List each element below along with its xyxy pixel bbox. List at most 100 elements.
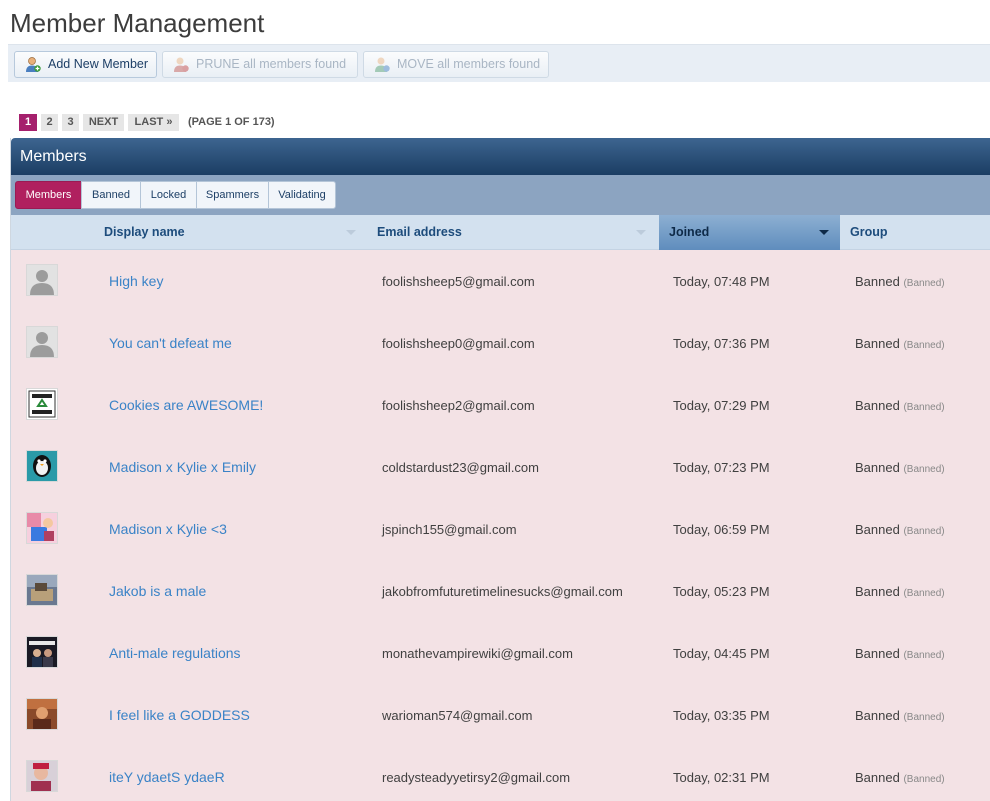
photo-avatar[interactable] — [26, 574, 58, 606]
member-joined: Today, 07:29 PM — [673, 398, 770, 413]
members-table-body: High key foolishsheep5@gmail.com Today, … — [11, 250, 990, 801]
member-group: Banned (Banned) — [855, 274, 945, 289]
members-panel: Members Members Banned Locked Spammers V… — [10, 138, 990, 801]
panel-title: Members — [11, 138, 990, 175]
prune-members-label: PRUNE all members found — [196, 57, 347, 71]
member-group-name: Banned — [855, 398, 900, 413]
member-joined: Today, 07:48 PM — [673, 274, 770, 289]
add-user-icon — [26, 57, 41, 72]
member-group: Banned (Banned) — [855, 584, 945, 599]
sort-arrow-icon[interactable] — [636, 230, 646, 235]
member-email: foolishsheep2@gmail.com — [382, 398, 535, 413]
prune-users-icon — [174, 57, 189, 72]
member-name-link[interactable]: You can't defeat me — [109, 335, 232, 351]
member-email: coldstardust23@gmail.com — [382, 460, 539, 475]
recycle-sign-avatar[interactable] — [26, 388, 58, 420]
add-new-member-label: Add New Member — [48, 57, 149, 71]
member-name-link[interactable]: Cookies are AWESOME! — [109, 397, 263, 413]
page-info: (PAGE 1 OF 173) — [188, 116, 275, 128]
member-group: Banned (Banned) — [855, 522, 945, 537]
member-group-name: Banned — [855, 584, 900, 599]
member-group-name: Banned — [855, 770, 900, 785]
member-group: Banned (Banned) — [855, 646, 945, 661]
member-name-link[interactable]: Madison x Kylie <3 — [109, 521, 227, 537]
member-name-link[interactable]: Jakob is a male — [109, 583, 206, 599]
member-group-name: Banned — [855, 460, 900, 475]
member-group: Banned (Banned) — [855, 770, 945, 785]
member-group-tag: (Banned) — [903, 340, 945, 351]
photo-avatar[interactable] — [26, 698, 58, 730]
member-email: jspinch155@gmail.com — [382, 522, 517, 537]
member-email: foolishsheep0@gmail.com — [382, 336, 535, 351]
member-joined: Today, 07:36 PM — [673, 336, 770, 351]
member-group: Banned (Banned) — [855, 336, 945, 351]
prune-members-button[interactable]: PRUNE all members found — [162, 51, 358, 78]
table-row[interactable]: Madison x Kylie <3 jspinch155@gmail.com … — [11, 498, 990, 560]
sort-arrow-icon[interactable] — [346, 230, 356, 235]
member-email: jakobfromfuturetimelinesucks@gmail.com — [382, 584, 623, 599]
member-email: readysteadyyetirsy2@gmail.com — [382, 770, 571, 785]
member-group-tag: (Banned) — [903, 278, 945, 289]
member-joined: Today, 07:23 PM — [673, 460, 770, 475]
page-link-1[interactable]: 1 — [19, 114, 37, 131]
next-page-link[interactable]: NEXT — [83, 114, 124, 131]
member-group-tag: (Banned) — [903, 650, 945, 661]
member-group-tag: (Banned) — [903, 402, 945, 413]
move-members-button[interactable]: MOVE all members found — [363, 51, 549, 78]
tab-banned[interactable]: Banned — [81, 181, 141, 209]
table-row[interactable]: Madison x Kylie x Emily coldstardust23@g… — [11, 436, 990, 498]
member-joined: Today, 03:35 PM — [673, 708, 770, 723]
photo-avatar[interactable] — [26, 760, 58, 792]
member-joined: Today, 04:45 PM — [673, 646, 770, 661]
page-title: Member Management — [10, 8, 265, 38]
member-email: monathevampirewiki@gmail.com — [382, 646, 573, 661]
default-avatar-icon[interactable] — [26, 326, 58, 358]
member-name-link[interactable]: High key — [109, 273, 163, 289]
tab-locked[interactable]: Locked — [140, 181, 197, 209]
column-display-name[interactable]: Display name — [104, 215, 185, 250]
default-avatar-icon[interactable] — [26, 264, 58, 296]
member-group-tag: (Banned) — [903, 774, 945, 785]
member-name-link[interactable]: iteY ydaetS ydaeR — [109, 769, 225, 785]
member-email: warioman574@gmail.com — [382, 708, 533, 723]
photo-avatar[interactable] — [26, 636, 58, 668]
table-row[interactable]: Cookies are AWESOME! foolishsheep2@gmail… — [11, 374, 990, 436]
tab-members[interactable]: Members — [15, 181, 82, 209]
table-row[interactable]: I feel like a GODDESS warioman574@gmail.… — [11, 684, 990, 746]
table-row[interactable]: High key foolishsheep5@gmail.com Today, … — [11, 250, 990, 312]
move-users-icon — [375, 57, 390, 72]
member-joined: Today, 06:59 PM — [673, 522, 770, 537]
add-new-member-button[interactable]: Add New Member — [14, 51, 157, 78]
column-email-address[interactable]: Email address — [377, 215, 462, 250]
member-name-link[interactable]: Anti-male regulations — [109, 645, 241, 661]
tab-validating[interactable]: Validating — [268, 181, 336, 209]
member-group-name: Banned — [855, 708, 900, 723]
member-group: Banned (Banned) — [855, 460, 945, 475]
member-group-tag: (Banned) — [903, 526, 945, 537]
member-group-tag: (Banned) — [903, 464, 945, 475]
column-group[interactable]: Group — [850, 215, 888, 250]
cartoon-avatar[interactable] — [26, 512, 58, 544]
member-name-link[interactable]: Madison x Kylie x Emily — [109, 459, 256, 475]
tab-spammers[interactable]: Spammers — [196, 181, 269, 209]
member-name-link[interactable]: I feel like a GODDESS — [109, 707, 250, 723]
sort-desc-arrow-icon[interactable] — [819, 230, 829, 235]
page-link-3[interactable]: 3 — [62, 114, 79, 131]
table-row[interactable]: Jakob is a male jakobfromfuturetimelines… — [11, 560, 990, 622]
last-page-link[interactable]: LAST » — [128, 114, 179, 131]
column-joined[interactable]: Joined — [669, 215, 709, 250]
member-group-tag: (Banned) — [903, 712, 945, 723]
page-link-2[interactable]: 2 — [41, 114, 58, 131]
table-row[interactable]: Anti-male regulations monathevampirewiki… — [11, 622, 990, 684]
member-group-name: Banned — [855, 522, 900, 537]
member-group-name: Banned — [855, 646, 900, 661]
member-filter-tabs: Members Banned Locked Spammers Validatin… — [11, 175, 990, 215]
member-group: Banned (Banned) — [855, 708, 945, 723]
move-members-label: MOVE all members found — [397, 57, 541, 71]
member-group: Banned (Banned) — [855, 398, 945, 413]
penguin-avatar[interactable] — [26, 450, 58, 482]
table-row[interactable]: iteY ydaetS ydaeR readysteadyyetirsy2@gm… — [11, 746, 990, 801]
table-row[interactable]: You can't defeat me foolishsheep0@gmail.… — [11, 312, 990, 374]
table-header: Display name Email address Joined Group — [11, 215, 990, 250]
member-joined: Today, 05:23 PM — [673, 584, 770, 599]
